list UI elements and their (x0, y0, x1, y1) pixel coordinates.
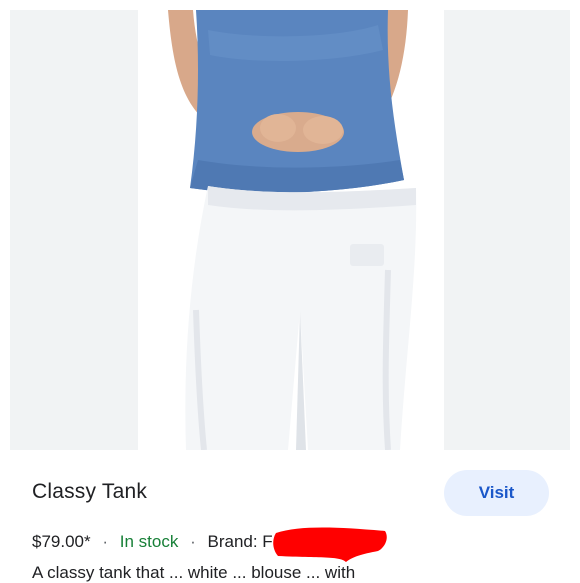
product-price: $79.00* (32, 531, 91, 551)
product-image[interactable] (138, 10, 444, 450)
separator-dot: · (102, 531, 109, 551)
product-image-gallery[interactable] (10, 10, 570, 450)
product-info-panel: Classy Tank Visit $79.00* · In stock · B… (0, 450, 580, 582)
product-meta-row: $79.00* · In stock · Brand: F (32, 531, 273, 553)
brand-label: Brand: F (207, 531, 273, 551)
visit-button[interactable]: Visit (444, 470, 549, 516)
redaction-mark (273, 527, 387, 562)
product-photo (138, 10, 444, 450)
stock-status: In stock (119, 531, 179, 551)
product-title: Classy Tank (32, 480, 148, 503)
product-description: A classy tank that ... white ... blouse … (32, 563, 356, 582)
separator-dot: · (190, 531, 196, 551)
